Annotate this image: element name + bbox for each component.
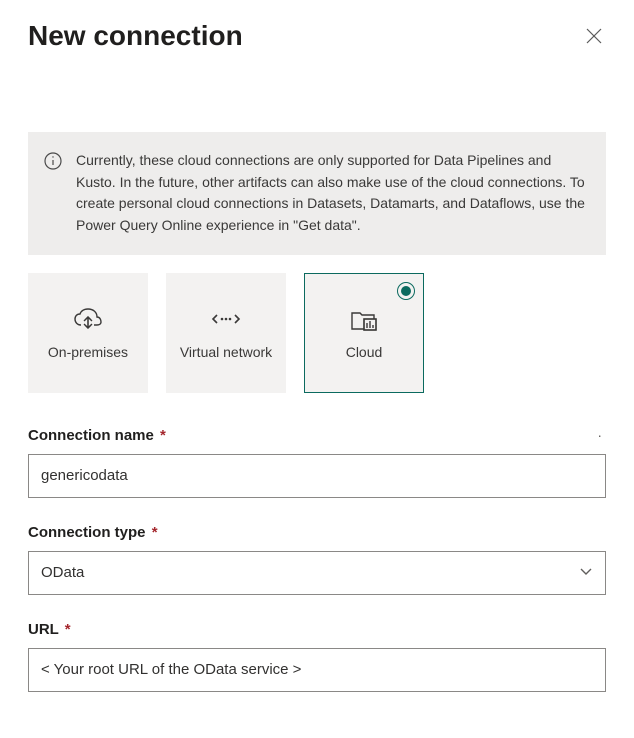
tile-cloud[interactable]: Cloud — [304, 273, 424, 393]
connection-name-group: Connection name * · — [28, 427, 606, 498]
tile-label: Virtual network — [180, 343, 272, 361]
dialog-title: New connection — [28, 20, 243, 52]
connection-name-input[interactable] — [28, 454, 606, 498]
tile-virtual-network[interactable]: Virtual network — [166, 273, 286, 393]
virtual-network-icon — [211, 305, 241, 333]
dot-indicator: · — [597, 427, 606, 443]
connection-type-select[interactable]: OData — [28, 551, 606, 595]
tile-label: On-premises — [48, 343, 128, 361]
info-banner: Currently, these cloud connections are o… — [28, 132, 606, 255]
url-input[interactable] — [28, 648, 606, 692]
url-group: URL * — [28, 621, 606, 692]
connection-type-value: OData — [41, 564, 84, 581]
chevron-down-icon — [579, 564, 593, 582]
cloud-folder-icon — [349, 305, 379, 333]
info-text: Currently, these cloud connections are o… — [76, 150, 586, 237]
cloud-download-icon — [72, 305, 104, 333]
selected-indicator-icon — [397, 282, 415, 300]
info-icon — [44, 152, 62, 170]
url-label: URL * — [28, 621, 606, 638]
dialog-header: New connection — [28, 20, 606, 52]
tile-label: Cloud — [346, 343, 383, 361]
connection-location-tiles: On-premises Virtual network — [28, 273, 606, 393]
connection-type-label: Connection type * — [28, 524, 606, 541]
connection-name-label: Connection name * — [28, 427, 166, 444]
connection-type-group: Connection type * OData — [28, 524, 606, 595]
close-icon — [585, 27, 603, 45]
tile-on-premises[interactable]: On-premises — [28, 273, 148, 393]
close-button[interactable] — [582, 24, 606, 48]
